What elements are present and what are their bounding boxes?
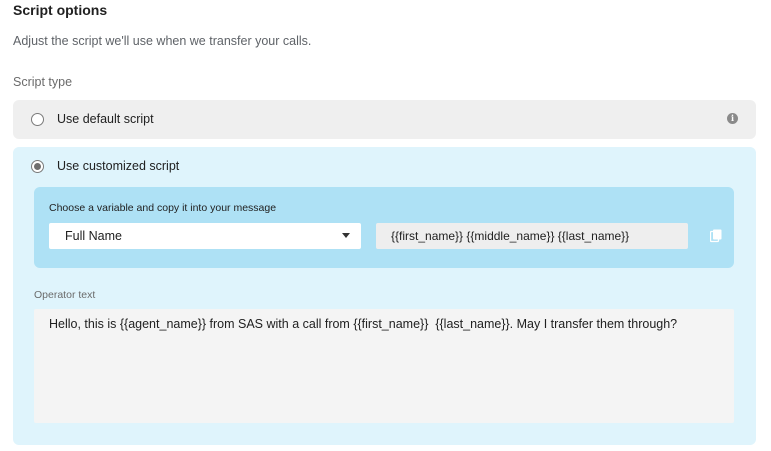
custom-script-radio[interactable] bbox=[31, 160, 44, 173]
default-script-option[interactable]: Use default script i bbox=[13, 100, 756, 139]
page-subtitle: Adjust the script we'll use when we tran… bbox=[13, 34, 312, 48]
variable-output-field[interactable]: {{first_name}} {{middle_name}} {{last_na… bbox=[376, 223, 688, 249]
variable-panel: Choose a variable and copy it into your … bbox=[34, 187, 734, 268]
script-type-label: Script type bbox=[13, 75, 73, 89]
variable-select-value: Full Name bbox=[65, 229, 122, 243]
custom-script-option[interactable]: Use customized script Choose a variable … bbox=[13, 147, 756, 445]
variable-hint: Choose a variable and copy it into your … bbox=[49, 202, 277, 214]
custom-script-label: Use customized script bbox=[57, 159, 180, 173]
copy-icon[interactable] bbox=[710, 229, 722, 243]
info-icon[interactable]: i bbox=[727, 113, 738, 124]
variable-select[interactable]: Full Name bbox=[49, 223, 361, 249]
operator-text-input[interactable]: Hello, this is {{agent_name}} from SAS w… bbox=[34, 309, 734, 423]
default-script-radio[interactable] bbox=[31, 113, 44, 126]
default-script-label: Use default script bbox=[57, 112, 154, 126]
operator-text-label: Operator text bbox=[34, 289, 96, 301]
page-title: Script options bbox=[13, 2, 108, 18]
variable-output-value: {{first_name}} {{middle_name}} {{last_na… bbox=[391, 229, 630, 243]
chevron-down-icon bbox=[342, 233, 350, 238]
